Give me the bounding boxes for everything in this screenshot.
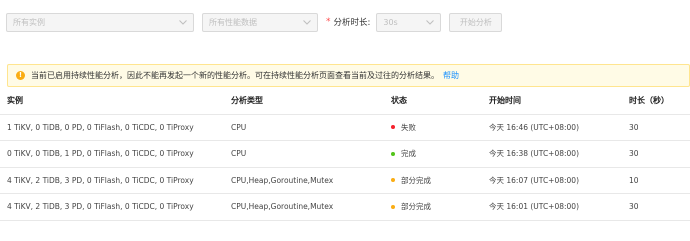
cell-status: 完成: [384, 140, 482, 168]
column-header-status[interactable]: 状态: [384, 88, 482, 115]
column-header-duration[interactable]: 时长（秒）: [622, 88, 690, 115]
status-text: 完成: [401, 149, 416, 159]
chevron-down-icon: [179, 18, 187, 26]
cell-type: CPU: [224, 114, 384, 141]
cell-status: 部分完成: [384, 193, 482, 221]
instance-select[interactable]: 所有实例: [6, 12, 194, 32]
cell-instance: 0 TiKV, 0 TiDB, 1 PD, 0 TiFlash, 0 TiCDC…: [0, 140, 224, 168]
duration-select[interactable]: 30s: [376, 12, 442, 32]
cell-status: 失败: [384, 114, 482, 141]
instance-select-placeholder: 所有实例: [13, 17, 45, 27]
help-link[interactable]: 帮助: [443, 70, 459, 81]
start-profiling-button[interactable]: 开始分析: [449, 12, 503, 32]
status-text: 部分完成: [401, 175, 431, 185]
column-header-start-time[interactable]: 开始时间: [482, 88, 622, 115]
table-row[interactable]: 1 TiKV, 0 TiDB, 0 PD, 0 TiFlash, 0 TiCDC…: [0, 114, 690, 141]
cell-duration: 30: [622, 193, 690, 221]
required-mark: *: [326, 17, 331, 27]
cell-instance: 4 TiKV, 2 TiDB, 3 PD, 0 TiFlash, 0 TiCDC…: [0, 167, 224, 194]
status-dot-icon: [391, 125, 395, 130]
status-text: 失败: [401, 122, 416, 132]
profiling-data-select-placeholder: 所有性能数据: [209, 17, 257, 27]
cell-start-time: 今天 16:46 (UTC+08:00): [482, 114, 622, 141]
cell-type: CPU,Heap,Goroutine,Mutex: [224, 193, 384, 221]
duration-label: 分析时长:: [333, 18, 371, 28]
status-dot-icon: [391, 204, 395, 209]
profiling-toolbar: 所有实例 所有性能数据 * 分析时长: 30s 开始分析: [6, 12, 503, 32]
warning-icon: !: [16, 71, 25, 80]
duration-select-value: 30s: [383, 17, 398, 27]
status-dot-icon: [391, 151, 395, 156]
cell-start-time: 今天 16:38 (UTC+08:00): [482, 140, 622, 168]
cell-instance: 4 TiKV, 2 TiDB, 3 PD, 0 TiFlash, 0 TiCDC…: [0, 193, 224, 221]
cell-status: 部分完成: [384, 167, 482, 194]
table-row[interactable]: 4 TiKV, 2 TiDB, 3 PD, 0 TiFlash, 0 TiCDC…: [0, 193, 690, 221]
cell-instance: 1 TiKV, 0 TiDB, 0 PD, 0 TiFlash, 0 TiCDC…: [0, 114, 224, 141]
alert-message: 当前已启用持续性能分析，因此不能再发起一个新的性能分析。可在持续性能分析页面查看…: [31, 71, 439, 80]
column-header-instance[interactable]: 实例: [0, 88, 224, 115]
cell-type: CPU: [224, 140, 384, 168]
cell-start-time: 今天 16:01 (UTC+08:00): [482, 193, 622, 221]
cell-type: CPU,Heap,Goroutine,Mutex: [224, 167, 384, 194]
table-row[interactable]: 4 TiKV, 2 TiDB, 3 PD, 0 TiFlash, 0 TiCDC…: [0, 167, 690, 194]
column-header-type[interactable]: 分析类型: [224, 88, 384, 115]
cell-start-time: 今天 16:07 (UTC+08:00): [482, 167, 622, 194]
continuous-profiling-alert: ! 当前已启用持续性能分析，因此不能再发起一个新的性能分析。可在持续性能分析页面…: [7, 64, 690, 87]
status-dot-icon: [391, 178, 395, 183]
profiling-data-select[interactable]: 所有性能数据: [202, 12, 318, 32]
chevron-down-icon: [303, 18, 311, 26]
table-header-row: 实例 分析类型 状态 开始时间 时长（秒）: [0, 88, 690, 115]
cell-duration: 30: [622, 114, 690, 141]
chevron-down-icon: [426, 18, 435, 26]
status-text: 部分完成: [401, 202, 431, 212]
cell-duration: 30: [622, 140, 690, 168]
table-row[interactable]: 0 TiKV, 0 TiDB, 1 PD, 0 TiFlash, 0 TiCDC…: [0, 140, 690, 168]
cell-duration: 10: [622, 167, 690, 194]
profiling-history-table: 实例 分析类型 状态 开始时间 时长（秒） 1 TiKV, 0 TiDB, 0 …: [0, 88, 690, 221]
